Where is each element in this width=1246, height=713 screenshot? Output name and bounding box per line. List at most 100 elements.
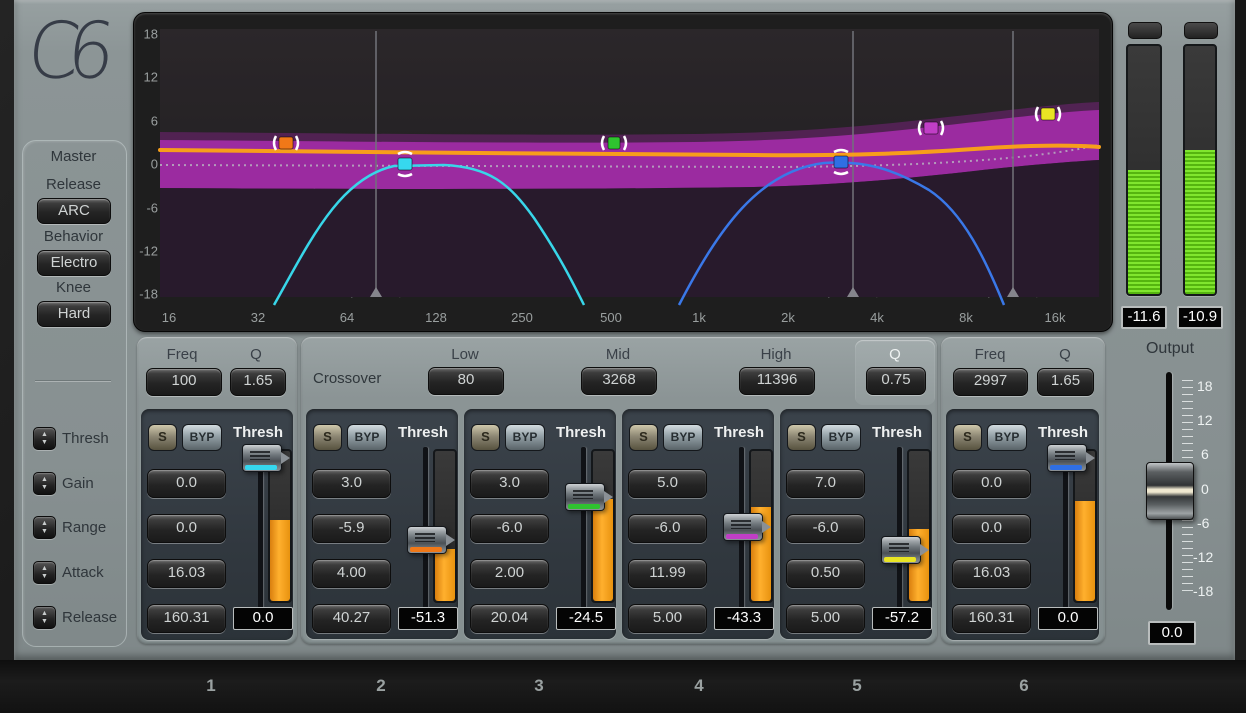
band4-bypass-button[interactable]: BYP — [663, 424, 703, 451]
band4-controls: S BYP Thresh 5.0 -6.0 11.99 5.00 -43.3 — [622, 409, 774, 639]
band4-range-value[interactable]: -6.0 — [628, 514, 707, 543]
thresh-row-label: Thresh — [62, 430, 109, 447]
range-stepper[interactable]: ▲▼ — [33, 516, 56, 539]
freq-tick: 1k — [692, 310, 706, 325]
band1-bypass-button[interactable]: BYP — [182, 424, 222, 451]
band5-range-value[interactable]: -6.0 — [786, 514, 865, 543]
band1-freq-value[interactable]: 100 — [146, 368, 222, 396]
band4-thresh-fader[interactable] — [723, 513, 763, 541]
knee-label: Knee — [22, 279, 125, 296]
thresh-stepper[interactable]: ▲▼ — [33, 427, 56, 450]
band3-thresh-fader[interactable] — [565, 483, 605, 511]
output-scale-tick: -6 — [1197, 515, 1209, 531]
band3-range-value[interactable]: -6.0 — [470, 514, 549, 543]
band5-thresh-track[interactable] — [897, 447, 902, 609]
band2-range-value[interactable]: -5.9 — [312, 514, 391, 543]
db-tick: 6 — [136, 114, 158, 129]
band6-q-value[interactable]: 1.65 — [1037, 368, 1094, 396]
band4-gain-value[interactable]: 5.0 — [628, 469, 707, 498]
band4-solo-button[interactable]: S — [629, 424, 658, 451]
arc-button[interactable]: ARC — [37, 198, 111, 224]
gain-row-label: Gain — [62, 475, 94, 492]
band5-thresh-fader[interactable] — [881, 536, 921, 564]
band6-freq-value[interactable]: 2997 — [953, 368, 1028, 396]
output-value: 0.0 — [1148, 621, 1196, 645]
release-stepper[interactable]: ▲▼ — [33, 606, 56, 629]
band3-solo-button[interactable]: S — [471, 424, 500, 451]
band6-meter-fill — [1075, 501, 1095, 602]
band2-attack-value[interactable]: 4.00 — [312, 559, 391, 588]
band5-meter — [907, 449, 931, 603]
db-tick: 0 — [136, 157, 158, 172]
band2-solo-button[interactable]: S — [313, 424, 342, 451]
db-tick: -6 — [136, 201, 158, 216]
band6-attack-value[interactable]: 16.03 — [952, 559, 1031, 588]
band5-thresh-label: Thresh — [864, 424, 930, 441]
band5-thresh-readout: -57.2 — [872, 607, 932, 630]
band4-attack-value[interactable]: 11.99 — [628, 559, 707, 588]
band3-release-value[interactable]: 20.04 — [470, 604, 549, 633]
band5-solo-button[interactable]: S — [787, 424, 816, 451]
band1-gain-value[interactable]: 0.0 — [147, 469, 226, 498]
gain-stepper[interactable]: ▲▼ — [33, 472, 56, 495]
band4-release-value[interactable]: 5.00 — [628, 604, 707, 633]
level-meter-right-fill — [1185, 150, 1215, 294]
band1-meter — [268, 449, 292, 603]
freq-tick: 4k — [870, 310, 884, 325]
band2-gain-value[interactable]: 3.0 — [312, 469, 391, 498]
band6-release-value[interactable]: 160.31 — [952, 604, 1031, 633]
band3-attack-value[interactable]: 2.00 — [470, 559, 549, 588]
crossover-q-value[interactable]: 0.75 — [866, 367, 926, 395]
release-label: Release — [22, 176, 125, 193]
freq-tick: 128 — [425, 310, 447, 325]
band1-range-value[interactable]: 0.0 — [147, 514, 226, 543]
band6-thresh-label: Thresh — [1030, 424, 1096, 441]
band1-thresh-readout: 0.0 — [233, 607, 293, 630]
output-scale-tick: 0 — [1201, 481, 1209, 497]
band1-number: 1 — [206, 676, 215, 696]
crossover-q-label: Q — [889, 346, 901, 363]
band1-attack-value[interactable]: 16.03 — [147, 559, 226, 588]
level-meter-left-fill — [1128, 170, 1160, 294]
crossover-group: Crossover Low 80 Mid 3268 High 11396 Q 0… — [301, 337, 937, 644]
band6-controls: S BYP Thresh 0.0 0.0 16.03 160.31 0.0 — [946, 409, 1099, 640]
band1-q-value[interactable]: 1.65 — [230, 368, 286, 396]
freq-tick: 16k — [1045, 310, 1066, 325]
band1-thresh-fader[interactable] — [242, 444, 282, 472]
clip-led-left[interactable] — [1128, 22, 1162, 39]
band1-solo-button[interactable]: S — [148, 424, 177, 451]
band5-gain-value[interactable]: 7.0 — [786, 469, 865, 498]
band3-gain-value[interactable]: 3.0 — [470, 469, 549, 498]
band1-release-value[interactable]: 160.31 — [147, 604, 226, 633]
sidebar-divider — [35, 380, 111, 381]
crossover-high-value[interactable]: 11396 — [739, 367, 815, 395]
attack-stepper[interactable]: ▲▼ — [33, 561, 56, 584]
band6-bypass-button[interactable]: BYP — [987, 424, 1027, 451]
band2-number: 2 — [376, 676, 385, 696]
band5-release-value[interactable]: 5.00 — [786, 604, 865, 633]
band3-thresh-track[interactable] — [581, 447, 586, 609]
output-fader-cap[interactable] — [1146, 462, 1194, 520]
crossover-low-value[interactable]: 80 — [428, 367, 504, 395]
output-scale-tick: 12 — [1197, 412, 1213, 428]
freq-tick: 8k — [959, 310, 973, 325]
band6-gain-value[interactable]: 0.0 — [952, 469, 1031, 498]
band3-number: 3 — [534, 676, 543, 696]
band2-thresh-fader[interactable] — [407, 526, 447, 554]
knee-button[interactable]: Hard — [37, 301, 111, 327]
band2-release-value[interactable]: 40.27 — [312, 604, 391, 633]
freq-tick: 500 — [600, 310, 622, 325]
band6-thresh-fader[interactable] — [1047, 444, 1087, 472]
band6-solo-button[interactable]: S — [953, 424, 982, 451]
band6-q-label: Q — [1059, 346, 1071, 363]
crossover-mid-value[interactable]: 3268 — [581, 367, 657, 395]
clip-led-right[interactable] — [1184, 22, 1218, 39]
band5-attack-value[interactable]: 0.50 — [786, 559, 865, 588]
band2-meter-fill — [435, 549, 455, 602]
band5-bypass-button[interactable]: BYP — [821, 424, 861, 451]
band2-bypass-button[interactable]: BYP — [347, 424, 387, 451]
band6-range-value[interactable]: 0.0 — [952, 514, 1031, 543]
behavior-label: Behavior — [22, 228, 125, 245]
band3-bypass-button[interactable]: BYP — [505, 424, 545, 451]
behavior-button[interactable]: Electro — [37, 250, 111, 276]
